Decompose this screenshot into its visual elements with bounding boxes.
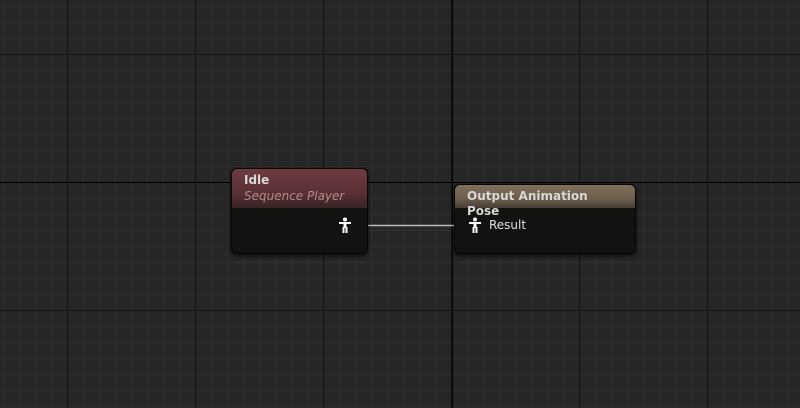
node-title: Idle <box>244 173 270 187</box>
node-subtitle: Sequence Player <box>244 189 345 203</box>
pose-icon[interactable] <box>338 217 352 233</box>
result-pin-label: Result <box>489 218 527 232</box>
pose-icon[interactable] <box>468 217 482 233</box>
graph-origin-vertical-line <box>452 0 453 408</box>
wire-layer <box>351 224 470 227</box>
anim-graph-canvas[interactable]: Idle Sequence Player Output Animation Po… <box>0 0 800 408</box>
node-title: Output Animation Pose <box>467 189 588 218</box>
sequence-player-node[interactable]: Idle Sequence Player <box>231 168 368 254</box>
graph-origin-horizontal-line <box>0 182 800 183</box>
sequence-player-node-header[interactable]: Idle Sequence Player <box>232 169 367 208</box>
output-pose-node-header[interactable]: Output Animation Pose <box>455 185 635 218</box>
